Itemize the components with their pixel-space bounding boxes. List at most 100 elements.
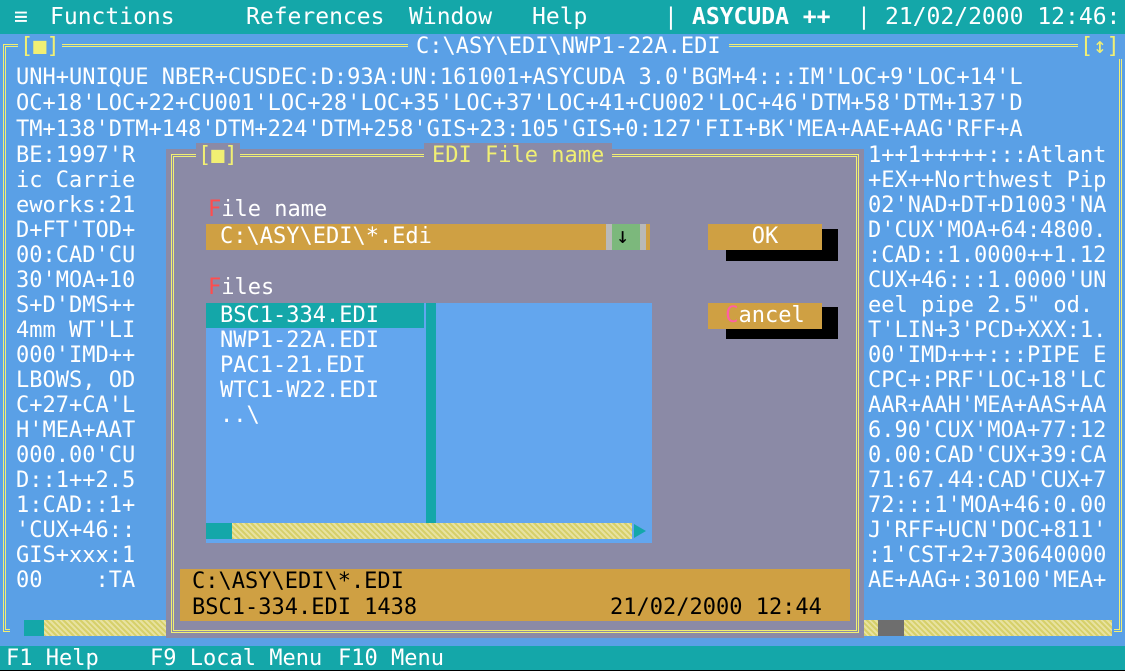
- status-f1[interactable]: F1 Help: [6, 646, 99, 671]
- ok-button-label: OK: [751, 224, 779, 249]
- edi-left-line: 'CUX+46::: [16, 518, 136, 543]
- ok-button-shadow: [822, 229, 838, 261]
- status-f9[interactable]: F9 Local Menu: [150, 646, 322, 671]
- status-f10[interactable]: F10 Menu: [338, 646, 444, 671]
- scroll-right-arrow-icon[interactable]: [634, 524, 646, 538]
- list-column-divider: [426, 303, 436, 523]
- edi-file-dialog: [■] EDI File name File name C:\ASY\EDI\*…: [166, 143, 864, 638]
- status-bar: F1 Help F9 Local Menu F10 Menu: [0, 646, 1125, 671]
- menu-help[interactable]: Help: [532, 4, 587, 30]
- files-listbox[interactable]: BSC1-334.EDI NWP1-22A.EDI PAC1-21.EDI WT…: [206, 303, 652, 543]
- edi-left-line: 4mm WT'LI: [16, 318, 136, 343]
- list-item[interactable]: ..\: [220, 403, 260, 428]
- edi-right-line: CUX+46:::1.0000'UN: [868, 268, 1107, 293]
- edi-left-line: 1:CAD::1+: [16, 493, 136, 518]
- edi-right-line: 00'IMD+++:::PIPE E: [868, 343, 1107, 368]
- edi-right-line: 0.00:CAD'CUX+39:CA: [868, 443, 1107, 468]
- status-label: Local Menu: [189, 646, 323, 671]
- edi-line-2: OC+18'LOC+22+CU001'LOC+28'LOC+35'LOC+37'…: [16, 91, 1023, 116]
- menu-functions[interactable]: Functions: [50, 4, 175, 30]
- edi-right-line: 71:67.44:CAD'CUX+7: [868, 468, 1107, 493]
- list-scroll-track[interactable]: [232, 523, 632, 539]
- edi-right-line: :1'CST+2+730640000: [868, 543, 1107, 568]
- edi-left-line: S+D'DMS++: [16, 293, 136, 318]
- edi-line-1: UNH+UNIQUE NBER+CUSDEC:D:93A:UN:161001+A…: [16, 65, 1023, 90]
- edi-right-line: 1++1+++++:::Atlant: [868, 143, 1107, 168]
- editor-close-button[interactable]: [■]: [18, 34, 62, 59]
- files-label: Files: [208, 275, 274, 300]
- editor-title: C:\ASY\EDI\NWP1-22A.EDI: [408, 34, 729, 59]
- edi-right-line: 02'NAD+DT+D1003'NA: [868, 193, 1107, 218]
- list-item[interactable]: PAC1-21.EDI: [220, 353, 366, 378]
- edi-left-line: 30'MOA+10: [16, 268, 136, 293]
- menu-window[interactable]: Window: [409, 4, 492, 30]
- history-button[interactable]: ↓: [606, 224, 646, 250]
- edi-left-line: LBOWS, OD: [16, 368, 136, 393]
- scroll-left-arrow-icon[interactable]: [24, 620, 44, 636]
- edi-right-line: +EX++Northwest Pip: [868, 168, 1107, 193]
- edi-left-line: GIS+xxx:1: [16, 543, 136, 568]
- edi-line-3: TM+138'DTM+148'DTM+224'DTM+258'GIS+23:10…: [16, 117, 1023, 142]
- cancel-hotkey: C: [725, 303, 739, 328]
- edi-left-col: BE:1997'R ic Carrie eworks:21 D+FT'TOD+ 00:C…: [16, 143, 135, 593]
- edi-left-line: 000.00'CU: [16, 443, 136, 468]
- edi-left-line: C+27+CA'L: [16, 393, 136, 418]
- app-name: ASYCUDA ++: [692, 4, 831, 30]
- edi-left-line: 000'IMD++: [16, 343, 136, 368]
- menubar-separator: |: [664, 4, 678, 30]
- files-label-text: iles: [221, 275, 275, 300]
- system-menu-icon[interactable]: ≡: [14, 4, 28, 30]
- status-key: F1: [6, 646, 33, 671]
- edi-right-line: AAR+AAH'MEA+AAS+AA: [868, 393, 1107, 418]
- edi-left-line: eworks:21: [16, 193, 136, 218]
- edi-right-line: D'CUX'MOA+64:4800.: [868, 218, 1107, 243]
- file-name-input[interactable]: C:\ASY\EDI\*.Edi ↓: [206, 224, 650, 250]
- list-item[interactable]: NWP1-22A.EDI: [220, 328, 379, 353]
- info-path: C:\ASY\EDI\*.EDI: [192, 569, 404, 594]
- menubar-separator: |: [857, 4, 871, 30]
- info-datetime: 21/02/2000 12:44: [610, 595, 822, 620]
- editor-zoom-button[interactable]: [↕]: [1078, 34, 1122, 59]
- cancel-button[interactable]: Cancel: [708, 303, 822, 329]
- status-key: F10: [338, 646, 378, 671]
- files-hotkey: F: [208, 275, 222, 300]
- cancel-button-shadow: [822, 307, 838, 339]
- dropdown-arrow-icon[interactable]: ↓: [616, 224, 629, 250]
- edi-left-line: ic Carrie: [16, 168, 136, 193]
- edi-right-line: eel pipe 2.5" od.: [868, 293, 1094, 318]
- ok-button[interactable]: OK: [708, 224, 822, 250]
- info-file: BSC1-334.EDI 1438: [192, 595, 418, 620]
- scroll-track[interactable]: [904, 620, 1112, 636]
- status-key: F9: [150, 646, 177, 671]
- edi-left-line: D+FT'TOD+: [16, 218, 136, 243]
- edi-left-line: BE:1997'R: [16, 143, 136, 168]
- file-name-hotkey: F: [208, 197, 222, 222]
- list-hscrollbar[interactable]: [206, 523, 652, 539]
- edi-left-line: D::1++2.5: [16, 468, 136, 493]
- edi-right-line: J'RFF+UCN'DOC+811': [868, 518, 1107, 543]
- edi-right-line: :CAD::1.0000++1.12: [868, 243, 1107, 268]
- list-item[interactable]: WTC1-W22.EDI: [220, 378, 379, 403]
- edi-left-line: H'MEA+AAT: [16, 418, 136, 443]
- edi-right-line: 6.90'CUX'MOA+77:12: [868, 418, 1107, 443]
- file-name-value[interactable]: C:\ASY\EDI\*.Edi: [220, 224, 432, 250]
- list-item[interactable]: BSC1-334.EDI: [220, 303, 379, 328]
- edi-right-col: 1++1+++++:::Atlant +EX++Northwest Pip 02'N…: [868, 143, 1106, 593]
- dialog-close-button[interactable]: [■]: [196, 143, 240, 168]
- cancel-button-label: ancel: [738, 303, 805, 328]
- list-scroll-left-icon[interactable]: [206, 523, 232, 539]
- scroll-thumb[interactable]: [878, 620, 904, 636]
- edi-right-line: CPC+:PRF'LOC+18'LC: [868, 368, 1107, 393]
- file-name-label-text: ile name: [221, 197, 328, 222]
- dialog-title: EDI File name: [424, 143, 613, 168]
- menu-references[interactable]: References: [246, 4, 384, 30]
- edi-right-line: 72:::1'MOA+46:0.00: [868, 493, 1107, 518]
- status-label: Menu: [391, 646, 444, 671]
- status-label: Help: [45, 646, 99, 671]
- file-info-panel: C:\ASY\EDI\*.EDI BSC1-334.EDI 1438 21/02…: [180, 569, 850, 621]
- edi-right-line: AE+AAG+:30100'MEA+: [868, 568, 1107, 593]
- edi-right-line: T'LIN+3'PCD+XXX:1.: [868, 318, 1107, 343]
- edi-left-line: 00 :TA: [16, 568, 136, 593]
- clock: 21/02/2000 12:46:: [885, 4, 1121, 30]
- menu-bar: ≡ Functions References Window Help | ASY…: [0, 0, 1125, 34]
